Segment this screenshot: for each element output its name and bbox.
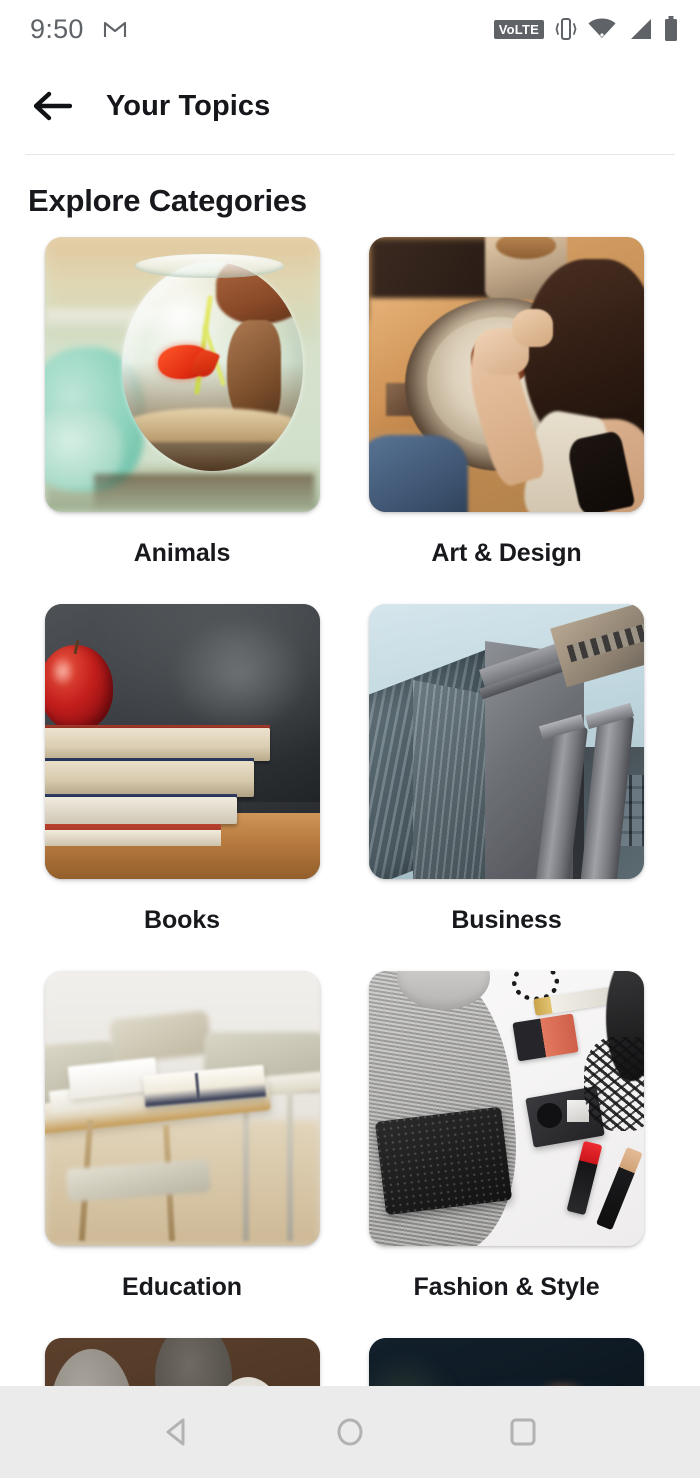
category-label-art-design: Art & Design [431,539,582,567]
category-label-books: Books [144,906,220,934]
category-label-fashion-style: Fashion & Style [413,1273,600,1301]
android-nav-bar [0,1386,700,1478]
categories-grid: Animals Art & Design Books Business Educ… [0,219,700,1386]
app-bar: Your Topics [0,58,700,154]
person-watching-screen-image [369,1338,644,1386]
dining-table-with-food-image [44,1338,320,1386]
category-cell-art-design[interactable]: Art & Design [350,237,700,604]
section-title: Explore Categories [28,183,307,218]
goldfish-in-bowl-image [44,237,320,512]
signal-icon [627,18,653,40]
category-cell-books[interactable]: Books [0,604,350,971]
category-cell-business[interactable]: Business [350,604,700,971]
page-title: Your Topics [106,89,271,122]
categories-scroll-area[interactable]: Explore Categories Animals Art & Design … [0,155,700,1386]
wifi-icon [588,18,616,40]
recents-nav-button[interactable] [492,1401,554,1463]
makeup-and-clothing-flatlay-image [369,971,644,1246]
category-card-business[interactable] [369,604,644,879]
category-cell-fashion-style[interactable]: Fashion & Style [350,971,700,1338]
status-bar-right: VoLTE [493,16,678,42]
category-card-art-design[interactable] [369,237,644,512]
apple-on-book-stack-image [44,604,320,879]
phone-screen: 9:50 VoLTE Your Topics Explore Categorie… [0,0,700,1478]
category-cell-partial-food[interactable] [0,1338,350,1386]
category-label-education: Education [122,1273,242,1301]
skyscrapers-from-below-image [369,604,644,879]
status-bar-left: 9:50 [30,14,128,45]
vibrate-icon [555,16,577,42]
category-label-animals: Animals [133,539,231,567]
status-bar: 9:50 VoLTE [0,0,700,58]
status-time: 9:50 [30,13,84,44]
category-card-books[interactable] [44,604,320,879]
category-card-animals[interactable] [44,237,320,512]
category-card-partial-screen[interactable] [369,1338,644,1386]
category-card-partial-food[interactable] [44,1338,320,1386]
classroom-desks-with-books-image [44,971,320,1246]
battery-icon [664,16,678,42]
back-arrow-icon[interactable] [30,83,76,129]
volte-icon: VoLTE [493,19,544,39]
category-cell-education[interactable]: Education [0,971,350,1338]
category-label-business: Business [451,906,562,934]
gmail-icon [102,19,128,39]
category-cell-partial-screen[interactable] [350,1338,700,1386]
woman-at-pottery-wheel-image [369,237,644,512]
category-card-fashion-style[interactable] [369,971,644,1246]
home-nav-button[interactable] [319,1401,381,1463]
category-cell-animals[interactable]: Animals [0,237,350,604]
back-nav-button[interactable] [146,1401,208,1463]
category-card-education[interactable] [44,971,320,1246]
